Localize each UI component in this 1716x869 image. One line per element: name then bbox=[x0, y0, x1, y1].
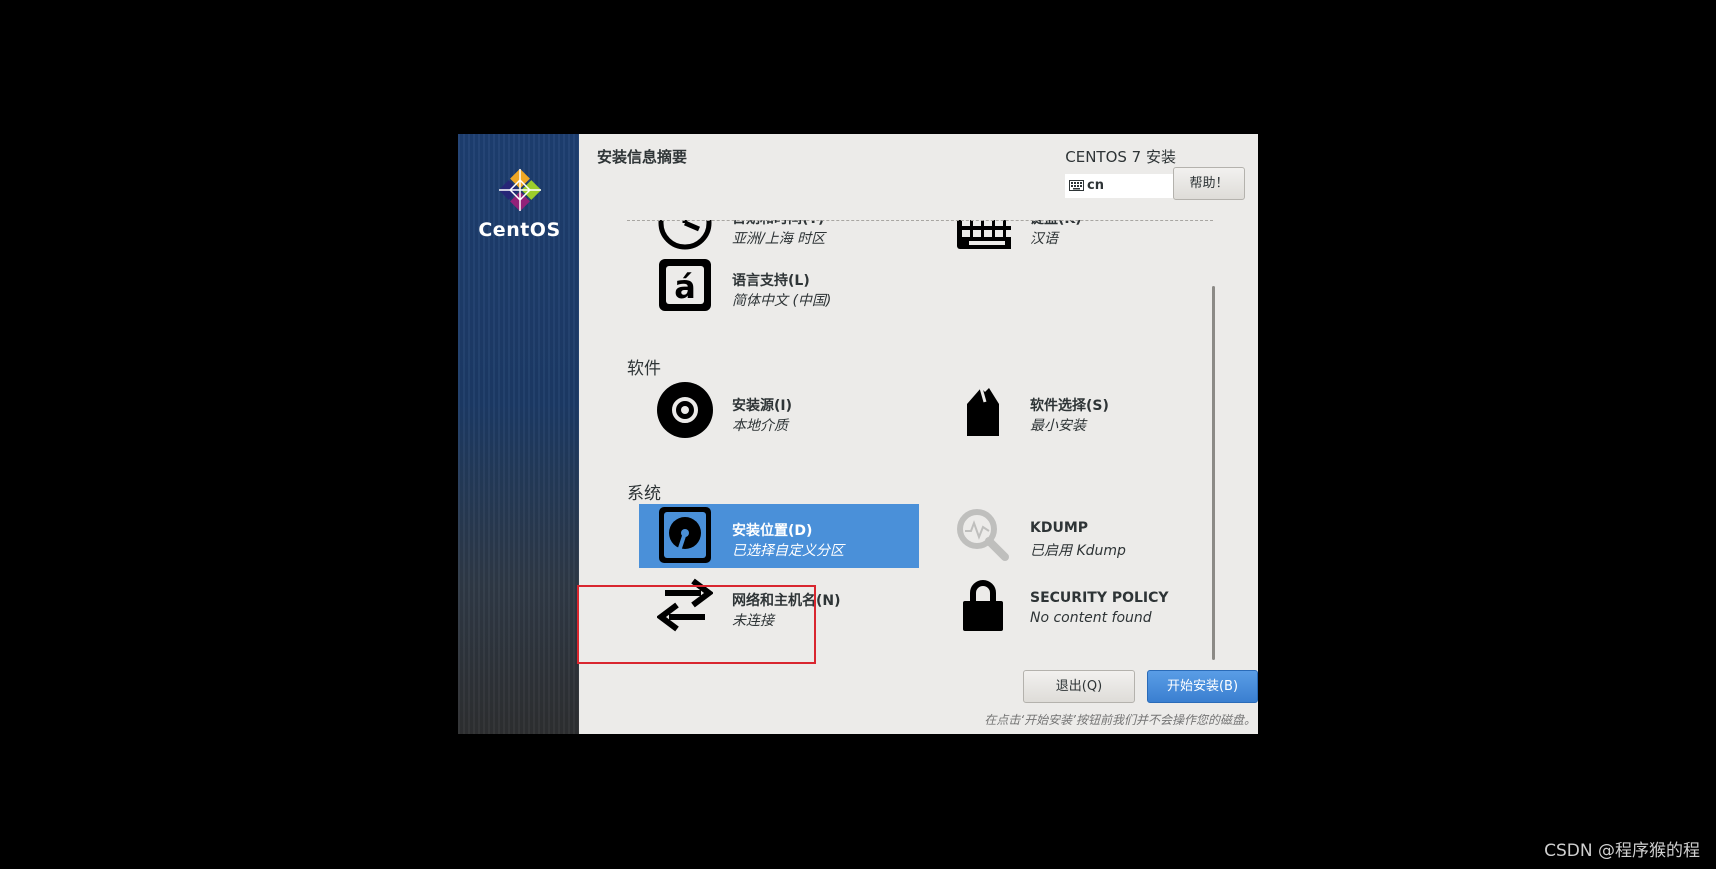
spoke-title: 软件选择(S) bbox=[1030, 398, 1109, 414]
spoke-status: 亚洲/上海 时区 bbox=[732, 231, 826, 247]
magnifier-icon bbox=[957, 509, 1009, 561]
spoke-status: 汉语 bbox=[1030, 231, 1058, 247]
centos-emblem-icon bbox=[498, 168, 541, 212]
scroll-separator bbox=[627, 220, 1213, 221]
package-icon bbox=[967, 387, 999, 436]
hub-scroll-area[interactable]: 日期和时间(T) 亚洲/上海 时区 键盘(K) 汉语 bbox=[579, 220, 1258, 716]
watermark: CSDN @程序猴的程 bbox=[1544, 841, 1700, 861]
spoke-keyboard[interactable]: 键盘(K) 汉语 bbox=[943, 220, 1223, 254]
spoke-language[interactable]: á 语言支持(L) 简体中文 (中国) bbox=[645, 254, 925, 316]
spoke-software-selection[interactable]: 软件选择(S) 最小安装 bbox=[943, 379, 1223, 441]
spoke-install-source[interactable]: 安装源(I) 本地介质 bbox=[645, 379, 925, 441]
sidebar: CentOS bbox=[458, 134, 579, 734]
keyboard-layout-label: cn bbox=[1087, 178, 1104, 193]
spoke-status: 本地介质 bbox=[732, 418, 788, 434]
svg-text:á: á bbox=[674, 268, 696, 306]
spoke-status: 最小安装 bbox=[1030, 418, 1086, 434]
logo-text: CentOS bbox=[478, 219, 561, 241]
section-software: 软件 bbox=[627, 359, 661, 379]
keyboard-layout-indicator[interactable]: cn bbox=[1065, 174, 1173, 198]
disk-warning-note: 在点击‘开始安装’按钮前我们并不会操作您的磁盘。 bbox=[984, 713, 1256, 727]
spoke-title: 语言支持(L) bbox=[732, 273, 810, 289]
quit-button[interactable]: 退出(Q) bbox=[1023, 670, 1135, 703]
spoke-status: 已启用 Kdump bbox=[1030, 543, 1126, 559]
keyboard-icon bbox=[1069, 180, 1084, 191]
clock-icon bbox=[658, 220, 712, 250]
spoke-datetime[interactable]: 日期和时间(T) 亚洲/上海 时区 bbox=[645, 220, 925, 254]
keyboard-large-icon bbox=[957, 220, 1011, 249]
hard-disk-icon bbox=[659, 507, 711, 563]
spoke-status: 已选择自定义分区 bbox=[732, 543, 844, 559]
section-system: 系统 bbox=[627, 484, 661, 504]
main-content: 安装信息摘要 CENTOS 7 安装 cn 帮助！ 日期和时间(T) bbox=[579, 134, 1258, 734]
spoke-title: SECURITY POLICY bbox=[1030, 590, 1169, 606]
page-title: 安装信息摘要 bbox=[597, 148, 688, 166]
product-title: CENTOS 7 安装 bbox=[1065, 148, 1176, 166]
help-button[interactable]: 帮助！ bbox=[1173, 167, 1245, 200]
network-arrows-icon bbox=[657, 578, 713, 632]
spoke-status: 简体中文 (中国) bbox=[732, 293, 832, 309]
scrollbar[interactable] bbox=[1212, 286, 1215, 660]
language-icon: á bbox=[659, 259, 711, 311]
spoke-title: 安装位置(D) bbox=[732, 523, 813, 539]
spoke-title: 日期和时间(T) bbox=[732, 220, 824, 228]
spoke-title: 安装源(I) bbox=[732, 398, 793, 414]
spoke-security-policy[interactable]: SECURITY POLICY No content found bbox=[943, 574, 1223, 636]
spoke-kdump[interactable]: KDUMP 已启用 Kdump bbox=[943, 504, 1223, 566]
disc-icon bbox=[657, 382, 713, 438]
centos-logo: CentOS bbox=[472, 167, 567, 241]
spoke-title: 键盘(K) bbox=[1030, 220, 1082, 228]
installer-window: CentOS 安装信息摘要 CENTOS 7 安装 cn 帮助！ 亚洲/上海 时… bbox=[458, 134, 1258, 734]
spoke-status: No content found bbox=[1030, 610, 1152, 626]
spoke-install-destination[interactable]: 安装位置(D) 已选择自定义分区 bbox=[639, 504, 919, 568]
spoke-status: 未连接 bbox=[732, 613, 774, 629]
spoke-title: 网络和主机名(N) bbox=[732, 593, 841, 609]
spoke-network-hostname[interactable]: 网络和主机名(N) 未连接 bbox=[645, 574, 925, 636]
lock-icon bbox=[963, 580, 1003, 631]
begin-installation-button[interactable]: 开始安装(B) bbox=[1147, 670, 1258, 703]
spoke-title: KDUMP bbox=[1030, 520, 1089, 536]
